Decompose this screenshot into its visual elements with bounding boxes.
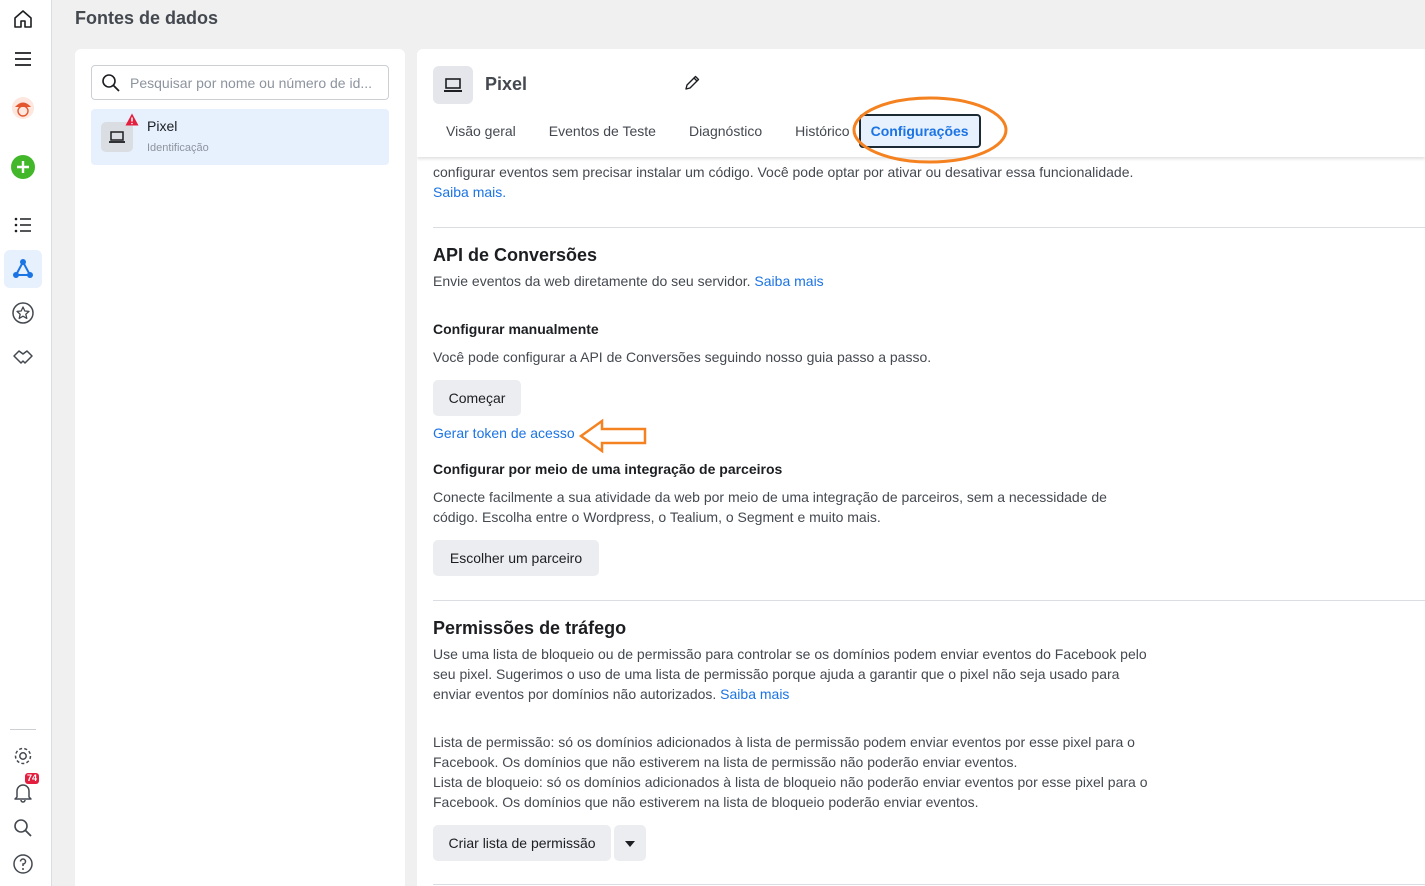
conversions-api-description: Envie eventos da web diretamente do seu … [433,273,824,289]
data-source-item-pixel[interactable]: Pixel Identificação [91,109,389,165]
traffic-description-line1: Use uma lista de bloqueio ou de permissã… [433,646,1147,662]
tab-bar: Visão geral Eventos de Teste Diagnóstico… [433,114,981,148]
pixel-title: Pixel [485,74,528,94]
bell-icon[interactable]: 74 [4,773,42,811]
rail-divider [10,729,36,730]
tab-settings[interactable]: Configurações [858,114,981,148]
menu-icon[interactable] [4,40,42,78]
add-icon[interactable] [4,148,42,186]
section-divider [433,884,1425,885]
data-source-name: Pixel [147,118,178,134]
traffic-description-line2: seu pixel. Sugerimos o uso de uma lista … [433,666,1120,682]
choose-partner-button[interactable]: Escolher um parceiro [433,540,599,576]
blocklist-description-line2: Facebook. Os domínios que não estiverem … [433,794,979,810]
laptop-icon [433,66,473,104]
conversions-api-learn-more-link[interactable]: Saiba mais [754,273,823,289]
search-input[interactable] [130,74,380,91]
conversions-api-title: API de Conversões [433,245,598,265]
allowlist-description-line2: Facebook. Os domínios que não estiverem … [433,754,1018,770]
data-sources-icon[interactable] [4,250,42,288]
data-source-list-panel: Pixel Identificação [75,49,405,886]
page-title: Fontes de dados [75,8,219,28]
intro-text: configurar eventos sem precisar instalar… [433,164,1134,180]
help-icon[interactable] [4,845,42,883]
traffic-learn-more-link[interactable]: Saiba mais [720,686,789,702]
search-icon [92,73,130,93]
start-button[interactable]: Começar [433,380,521,416]
create-list-dropdown-button[interactable] [614,825,646,861]
notification-badge: 74 [24,773,39,784]
tab-history[interactable]: Histórico [775,114,849,148]
main-panel: Pixel Visão geral Eventos de Teste Diagn… [417,49,1425,886]
partner-setup-title: Configurar por meio de uma integração de… [433,461,783,477]
star-icon[interactable] [4,294,42,332]
section-divider [433,600,1425,601]
search-icon[interactable] [4,809,42,847]
section-divider [433,227,1425,228]
tab-diagnostics[interactable]: Diagnóstico [676,114,775,148]
pixel-header: Pixel Visão geral Eventos de Teste Diagn… [417,49,1425,157]
data-source-subtitle: Identificação [147,142,209,154]
create-allowlist-button[interactable]: Criar lista de permissão [433,825,611,861]
blocklist-description-line1: Lista de bloqueio: só os domínios adicio… [433,774,1148,790]
traffic-description-line3: enviar eventos por domínios não autoriza… [433,686,790,702]
manual-setup-description: Você pode configurar a API de Conversões… [433,349,932,365]
generate-access-token-link[interactable]: Gerar token de acesso [433,423,575,443]
account-avatar-icon[interactable] [4,89,42,127]
tab-test-events[interactable]: Eventos de Teste [529,114,676,148]
warning-icon [125,113,139,131]
partner-setup-description-line2: código. Escolha entre o Wordpress, o Tea… [433,509,881,525]
pencil-icon[interactable] [682,73,702,93]
caret-down-icon [624,835,636,851]
traffic-permissions-title: Permissões de tráfego [433,618,627,638]
icon-rail: 74 [0,0,52,886]
home-icon[interactable] [4,0,42,38]
gear-icon[interactable] [4,737,42,775]
list-icon[interactable] [4,206,42,244]
intro-learn-more-link[interactable]: Saiba mais. [433,182,506,202]
manual-setup-title: Configurar manualmente [433,321,599,337]
partner-setup-description-line1: Conecte facilmente a sua atividade da we… [433,489,1107,505]
tab-overview[interactable]: Visão geral [433,114,529,148]
search-box[interactable] [91,65,389,100]
allowlist-description-line1: Lista de permissão: só os domínios adici… [433,734,1135,750]
handshake-icon[interactable] [4,338,42,376]
